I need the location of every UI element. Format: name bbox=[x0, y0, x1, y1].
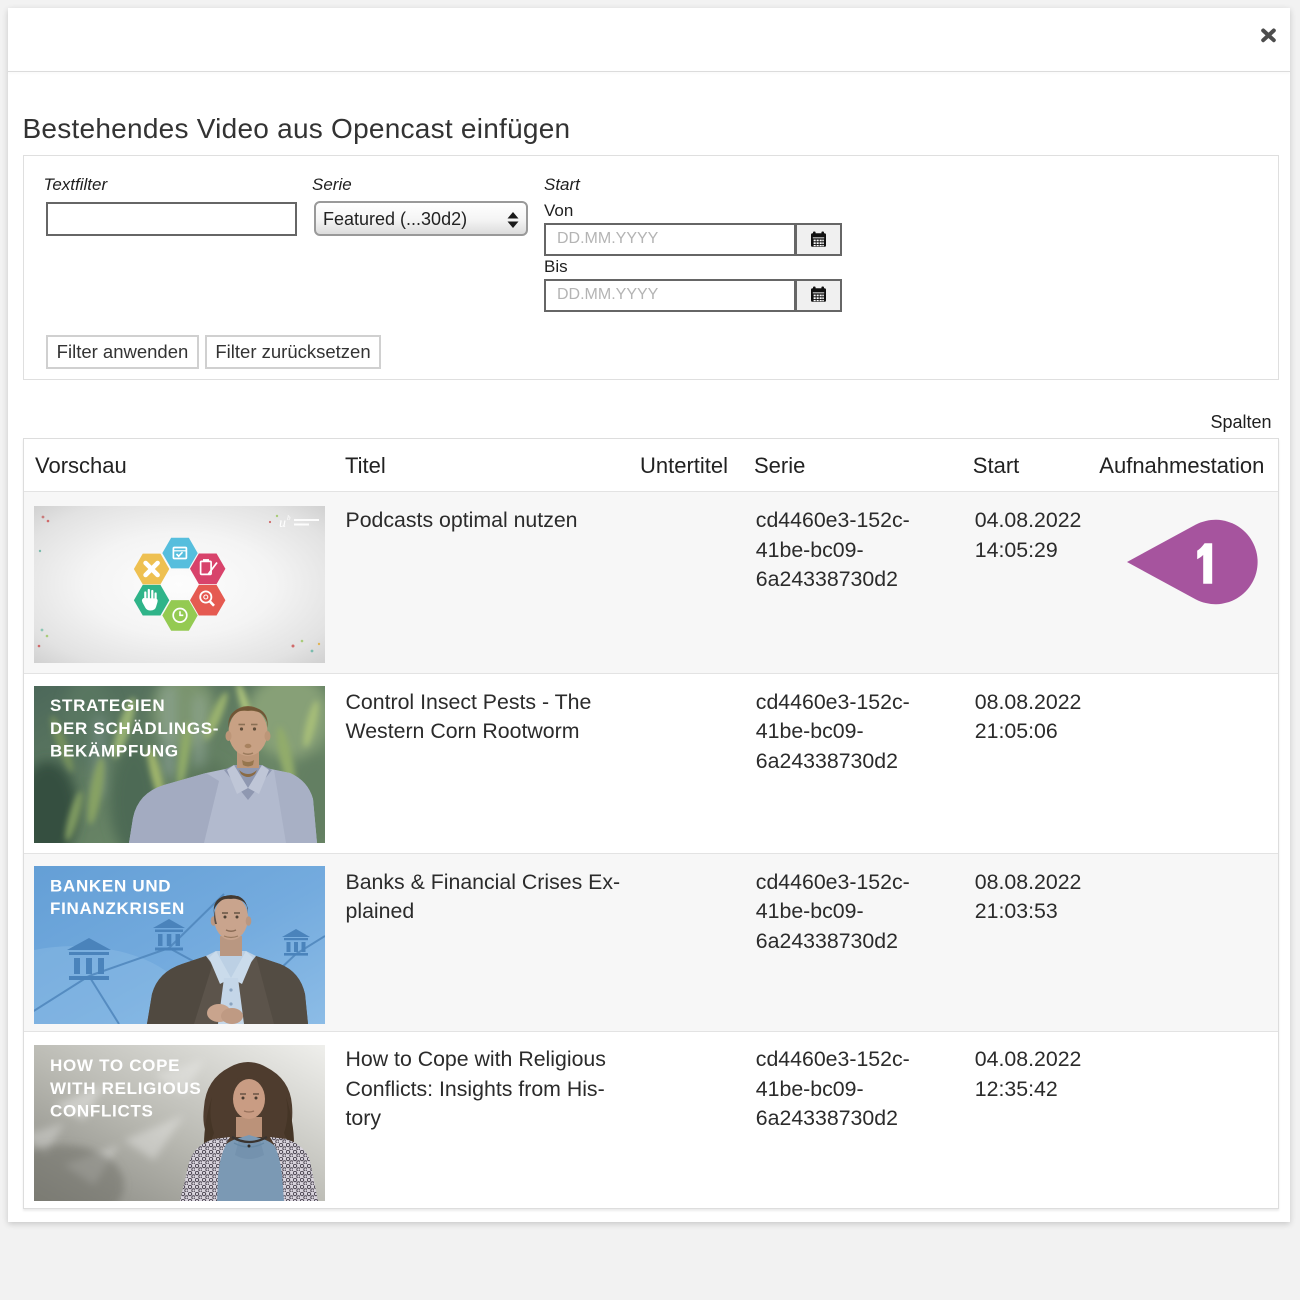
svg-text:DER SCHÄDLINGS-: DER SCHÄDLINGS- bbox=[50, 719, 219, 738]
svg-text:CONFLICTS: CONFLICTS bbox=[50, 1101, 154, 1120]
svg-text:BANKEN UND: BANKEN UND bbox=[50, 876, 171, 895]
svg-text:HOW TO COPE: HOW TO COPE bbox=[50, 1056, 180, 1075]
svg-text:u: u bbox=[279, 516, 286, 531]
svg-text:WITH RELIGIOUS: WITH RELIGIOUS bbox=[50, 1079, 201, 1098]
svg-text:STRATEGIEN: STRATEGIEN bbox=[50, 696, 165, 715]
svg-text:b: b bbox=[287, 514, 291, 522]
svg-text:BEKÄMPFUNG: BEKÄMPFUNG bbox=[50, 741, 179, 760]
svg-text:FINANZKRISEN: FINANZKRISEN bbox=[50, 899, 185, 918]
